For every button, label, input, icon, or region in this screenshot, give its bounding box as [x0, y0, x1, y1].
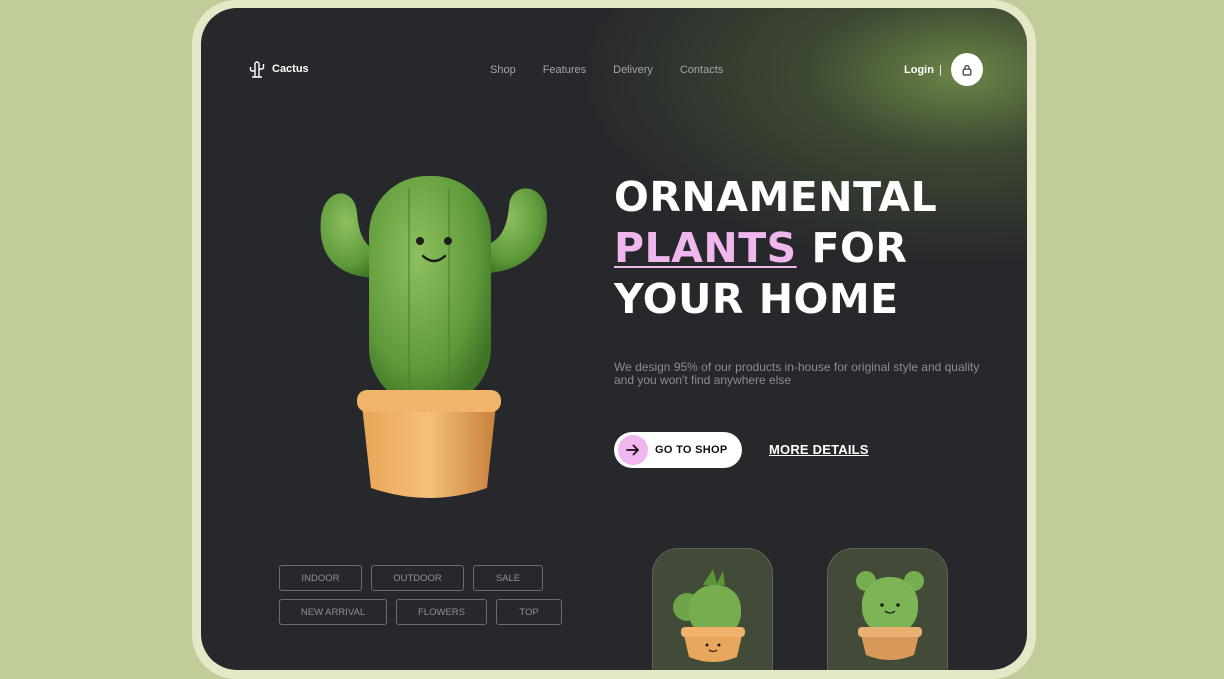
hero-subtitle: We design 95% of our products in-house f…	[614, 360, 980, 387]
go-to-shop-label: GO TO SHOP	[655, 444, 728, 456]
tag-new-arrival[interactable]: NEW ARRIVAL	[279, 599, 387, 625]
headline-line-2: PLANTS FOR	[614, 223, 1014, 274]
product-card-1[interactable]	[652, 548, 773, 670]
lock-button[interactable]	[951, 53, 983, 86]
brand-logo[interactable]: Cactus	[247, 59, 309, 79]
main-nav: Shop Features Delivery Contacts	[490, 64, 750, 76]
cactus-icon	[249, 61, 265, 78]
headline-highlight: PLANTS	[614, 224, 797, 272]
brand-name: Cactus	[272, 63, 309, 75]
hero-cactus-image	[320, 176, 548, 498]
nav-contacts[interactable]: Contacts	[680, 64, 723, 76]
tag-flowers[interactable]: FLOWERS	[396, 599, 487, 625]
tag-row-1: INDOOR OUTDOOR SALE	[279, 565, 579, 591]
more-details-link[interactable]: MORE DETAILS	[769, 442, 869, 457]
nav-shop[interactable]: Shop	[490, 64, 516, 76]
category-tags: INDOOR OUTDOOR SALE NEW ARRIVAL FLOWERS …	[279, 565, 579, 633]
tag-indoor[interactable]: INDOOR	[279, 565, 362, 591]
nav-delivery[interactable]: Delivery	[613, 64, 653, 76]
nav-features[interactable]: Features	[543, 64, 586, 76]
go-to-shop-button[interactable]: GO TO SHOP	[614, 432, 742, 468]
headline-line-1: ORNAMENTAL	[614, 173, 938, 221]
product-cactus-image-1	[673, 569, 745, 662]
hero-headline: ORNAMENTAL PLANTS FOR YOUR HOME	[614, 172, 1014, 325]
tag-sale[interactable]: SALE	[473, 565, 543, 591]
landing-card: Cactus Shop Features Delivery Contacts L…	[201, 8, 1027, 670]
login-separator: |	[939, 64, 942, 76]
product-cactus-image-2	[856, 571, 924, 660]
headline-line-2-rest: FOR	[796, 224, 908, 272]
tag-outdoor[interactable]: OUTDOOR	[371, 565, 464, 591]
headline-line-3: YOUR HOME	[614, 275, 899, 323]
tag-top[interactable]: TOP	[496, 599, 562, 625]
tag-row-2: NEW ARRIVAL FLOWERS TOP	[279, 599, 579, 625]
login-link[interactable]: Login	[904, 64, 934, 76]
arrow-right-icon	[618, 435, 648, 465]
product-card-2[interactable]	[827, 548, 948, 670]
lock-icon	[962, 64, 972, 76]
